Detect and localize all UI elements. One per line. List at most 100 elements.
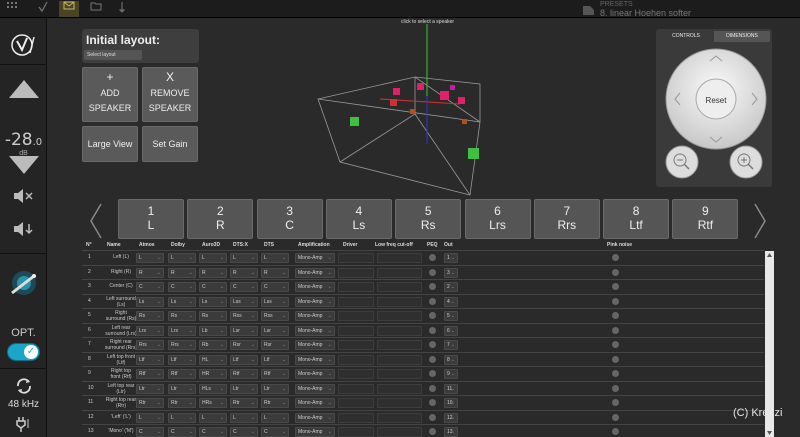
dolby-select[interactable]: L ⌄ — [168, 253, 196, 263]
auro3d-select[interactable]: Rs ⌄ — [199, 311, 227, 321]
dtsx-select[interactable]: Rtf ⌄ — [230, 369, 258, 379]
auro3d-select[interactable]: HRs ⌄ — [199, 398, 227, 408]
driver-field[interactable] — [338, 340, 374, 350]
speaker-button-l[interactable]: 1L — [118, 199, 184, 239]
peq-button[interactable] — [429, 312, 436, 319]
atmos-select[interactable]: Ltr ⌄ — [136, 383, 164, 394]
dtsx-select[interactable]: Lss ⌄ — [230, 296, 258, 307]
amplification-select[interactable]: Mono-Amp ⌄ — [295, 296, 335, 307]
amplification-select[interactable]: Mono-Amp ⌄ — [295, 267, 335, 278]
peq-button[interactable] — [429, 341, 436, 348]
pink-noise-button[interactable] — [612, 384, 619, 392]
dts-select[interactable]: Rsr ⌄ — [261, 340, 289, 350]
auro3d-select[interactable]: HR ⌄ — [199, 369, 227, 379]
zoom-in-icon[interactable] — [729, 145, 763, 179]
amplification-select[interactable]: Mono-Amp ⌄ — [295, 354, 335, 365]
amplification-select[interactable]: Mono-Amp ⌄ — [295, 311, 335, 321]
speaker-button-ltf[interactable]: 8 Ltf — [603, 199, 670, 239]
output-select[interactable]: 8 ⌄ — [444, 354, 458, 365]
low-freq-field[interactable] — [377, 383, 422, 394]
pink-noise-button[interactable] — [612, 283, 619, 290]
dolby-select[interactable]: Rtr ⌄ — [168, 398, 196, 408]
dts-select[interactable]: Lsr ⌄ — [261, 325, 289, 336]
output-select[interactable]: 10 ⌄ — [444, 398, 458, 408]
menu-icon[interactable] — [2, 1, 22, 17]
dolby-select[interactable]: Ltr ⌄ — [168, 383, 196, 394]
low-freq-field[interactable] — [377, 311, 422, 321]
output-select[interactable]: 5 ⌄ — [444, 311, 458, 321]
output-select[interactable]: 7 ⌄ — [444, 340, 458, 350]
volume-down-button[interactable] — [0, 150, 47, 180]
table-row[interactable]: 7 Right rear surround (Rrs) Rrs ⌄ Rrs ⌄ Rb ⌄ Rsr ⌄… — [82, 337, 764, 352]
speaker-marker-lrs[interactable] — [410, 109, 415, 114]
driver-field[interactable] — [338, 325, 374, 336]
speaker-marker-ltf[interactable] — [450, 85, 455, 90]
dts-select[interactable]: Ltr ⌄ — [261, 383, 289, 394]
peq-button[interactable] — [429, 413, 436, 421]
output-select[interactable]: 11 ⌄ — [444, 383, 458, 394]
table-row[interactable]: 3 Center (C) C ⌄ C ⌄ C ⌄ C ⌄ C ⌄ Mono-Amp ⌄ 2 ⌄ — [82, 279, 764, 294]
plug-icon[interactable] — [0, 414, 47, 434]
auro3d-select[interactable]: C ⌄ — [199, 427, 227, 437]
volume-up-button[interactable] — [0, 74, 47, 104]
layout-select[interactable]: Select layout — [84, 50, 142, 60]
amplification-select[interactable]: Mono-Amp ⌄ — [295, 427, 335, 437]
low-freq-field[interactable] — [377, 282, 422, 292]
check-icon[interactable] — [33, 1, 53, 17]
output-select[interactable]: 13 ⌄ — [444, 427, 458, 437]
dts-select[interactable]: R ⌄ — [261, 267, 289, 278]
amplification-select[interactable]: Mono-Amp ⌄ — [295, 253, 335, 263]
zoom-out-icon[interactable] — [665, 145, 699, 179]
dolby-select[interactable]: Rtf ⌄ — [168, 369, 196, 379]
pink-noise-button[interactable] — [612, 413, 619, 421]
speaker-button-r[interactable]: 2R — [187, 199, 254, 239]
pen-icon[interactable] — [112, 1, 132, 17]
dtsx-select[interactable]: Rtr ⌄ — [230, 398, 258, 408]
pink-noise-button[interactable] — [612, 355, 619, 363]
auro3d-select[interactable]: Lb ⌄ — [199, 325, 227, 336]
peq-button[interactable] — [429, 283, 436, 290]
low-freq-field[interactable] — [377, 354, 422, 365]
dts-select[interactable]: L ⌄ — [261, 253, 289, 263]
folder-icon[interactable] — [86, 1, 106, 17]
pink-noise-button[interactable] — [612, 297, 619, 305]
speaker-button-ls[interactable]: 4 Ls — [325, 199, 392, 239]
speaker-button-c[interactable]: 3C — [256, 199, 323, 239]
peq-button[interactable] — [429, 268, 436, 276]
driver-field[interactable] — [338, 296, 374, 307]
dolby-select[interactable]: L ⌄ — [168, 412, 196, 423]
output-select[interactable]: 9 ⌄ — [444, 369, 458, 379]
driver-field[interactable] — [338, 311, 374, 321]
speaker-marker-c[interactable] — [417, 83, 424, 90]
dolby-select[interactable]: C ⌄ — [168, 427, 196, 437]
peq-button[interactable] — [429, 254, 436, 261]
table-row[interactable]: 2 Right (R) R ⌄ R ⌄ R ⌄ R ⌄ R ⌄ Mono-Amp ⌄ 3 ⌄ — [82, 264, 764, 280]
pink-noise-button[interactable] — [612, 312, 619, 319]
low-freq-field[interactable] — [377, 398, 422, 408]
pink-noise-button[interactable] — [612, 268, 619, 276]
table-row[interactable]: 9 Right top front (Rtf) Rtf ⌄ Rtf ⌄ HR ⌄ Rtf ⌄ Rtf ⌄… — [82, 366, 764, 381]
atmos-select[interactable]: Rs ⌄ — [136, 311, 164, 321]
table-row[interactable]: 6 Left rear surround (Lrs) Lrs ⌄ Lrs ⌄ Lb ⌄ Lsr ⌄ L… — [82, 322, 764, 338]
remove-speaker-button[interactable]: X REMOVE SPEAKER — [142, 67, 198, 122]
peq-button[interactable] — [429, 384, 436, 392]
peq-button[interactable] — [429, 326, 436, 334]
driver-field[interactable] — [338, 383, 374, 394]
dtsx-select[interactable]: L ⌄ — [230, 253, 258, 263]
low-freq-field[interactable] — [377, 325, 422, 336]
pink-noise-button[interactable] — [612, 399, 619, 406]
peq-button[interactable] — [429, 297, 436, 305]
dtsx-select[interactable]: C ⌄ — [230, 427, 258, 437]
dolby-select[interactable]: C ⌄ — [168, 282, 196, 292]
input-source-icon[interactable] — [0, 268, 47, 298]
atmos-select[interactable]: Rrs ⌄ — [136, 340, 164, 350]
add-speaker-button[interactable]: + ADD SPEAKER — [82, 67, 138, 122]
speaker-button-rs[interactable]: 5 Rs — [395, 199, 462, 239]
output-select[interactable]: 3 ⌄ — [444, 267, 458, 278]
dtsx-select[interactable]: Rss ⌄ — [230, 311, 258, 321]
presets-area[interactable]: PRESETS 8. linear Hoehen softer — [600, 0, 691, 18]
amplification-select[interactable]: Mono-Amp ⌄ — [295, 383, 335, 394]
amplification-select[interactable]: Mono-Amp ⌄ — [295, 412, 335, 423]
pink-noise-button[interactable] — [612, 370, 619, 377]
dtsx-select[interactable]: Lsr ⌄ — [230, 325, 258, 336]
